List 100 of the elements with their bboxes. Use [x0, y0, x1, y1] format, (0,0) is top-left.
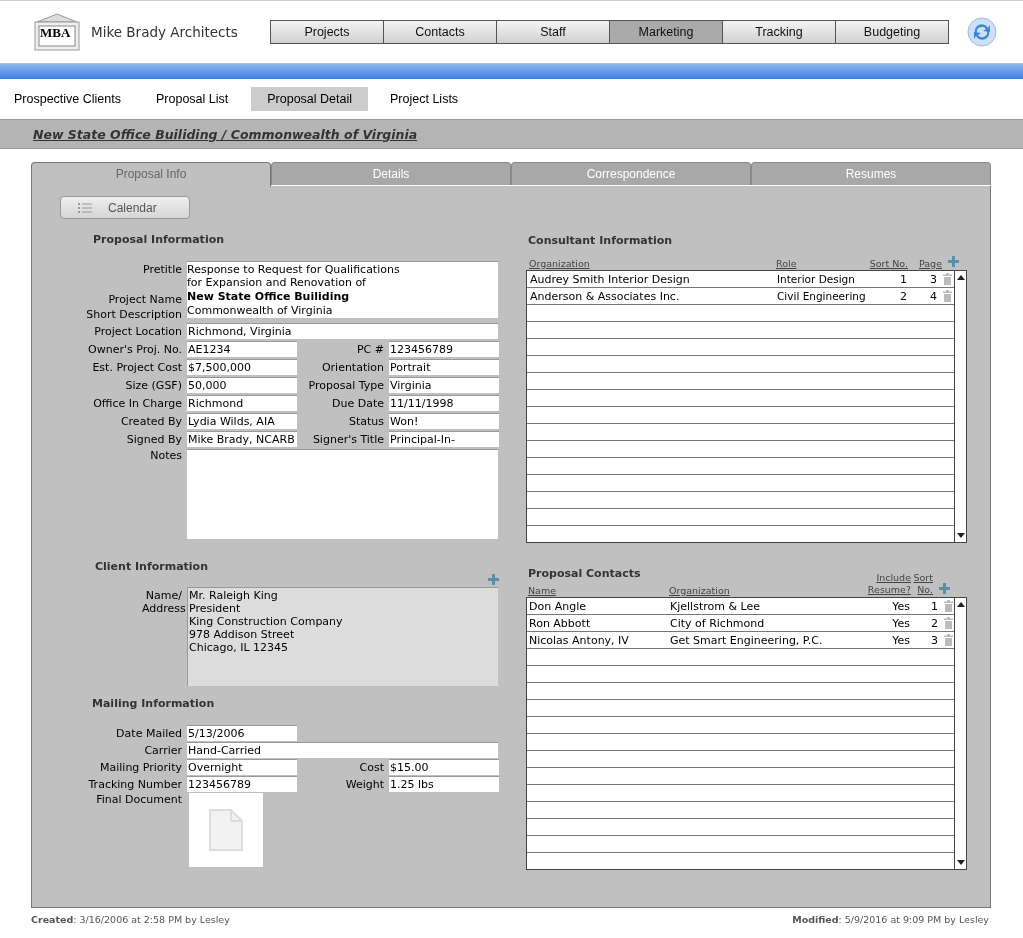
- nav-tab[interactable]: Budgeting: [835, 20, 949, 44]
- nav-tab[interactable]: Projects: [270, 20, 384, 44]
- field-label: Tracking Number: [87, 777, 182, 791]
- table-cell-text: Yes: [891, 599, 910, 613]
- table-cell-text: Don Angle: [528, 599, 587, 613]
- table-cell-text: 2: [930, 616, 938, 630]
- nav-tab[interactable]: Staff: [496, 20, 610, 44]
- scrollbar[interactable]: [954, 598, 966, 869]
- sub-nav-tab[interactable]: Proposal Detail: [251, 87, 369, 111]
- column-header[interactable]: Name: [526, 585, 669, 596]
- field-label: Owner's Proj. No.: [87, 342, 182, 356]
- add-icon[interactable]: [488, 574, 499, 585]
- input-field[interactable]: $7,500,000: [187, 359, 297, 375]
- field-label: Cost: [358, 760, 384, 774]
- nav-tab[interactable]: Marketing: [609, 20, 723, 44]
- input-field[interactable]: Hand-Carried: [187, 742, 498, 758]
- field-label: Short Description: [85, 307, 182, 321]
- field-label: Notes: [149, 449, 182, 462]
- input-field[interactable]: 123456789: [187, 776, 297, 792]
- document-field[interactable]: [189, 793, 263, 867]
- table-cell-text: Nicolas Antony, IV: [528, 633, 630, 647]
- section-heading: Client Information: [95, 560, 209, 573]
- section-heading: Proposal Contacts: [528, 567, 641, 580]
- table-cell-text: Audrey Smith Interior Design: [529, 272, 691, 286]
- field-label: Date Mailed: [115, 726, 182, 740]
- column-header[interactable]: Role: [776, 258, 868, 269]
- address-field[interactable]: Mr. Raleigh King President King Construction Company 978 Addison Street Chicago, IL 12345: [187, 587, 498, 686]
- scroll-up-icon[interactable]: [956, 602, 965, 607]
- scroll-down-icon[interactable]: [956, 533, 965, 538]
- field-label: Size (GSF): [124, 378, 182, 392]
- input-field[interactable]: 11/11/1998: [389, 395, 499, 411]
- input-field[interactable]: 123456789: [389, 341, 499, 357]
- input-field[interactable]: Richmond: [187, 395, 297, 411]
- field-label: PC #: [355, 342, 384, 356]
- table-cell-text: 1: [899, 272, 907, 286]
- column-header[interactable]: Include Resume?: [861, 572, 911, 596]
- input-field[interactable]: AE1234: [187, 341, 297, 357]
- add-icon[interactable]: [948, 256, 959, 267]
- input-field[interactable]: Richmond, Virginia: [187, 323, 498, 339]
- field-label: Due Date: [331, 396, 384, 410]
- list-icon: [78, 202, 92, 213]
- section-heading: Consultant Information: [528, 234, 674, 247]
- input-field[interactable]: 5/13/2006: [187, 725, 297, 741]
- column-header[interactable]: Organization: [669, 585, 861, 596]
- field-label: Est. Project Cost: [91, 360, 182, 374]
- nav-tab[interactable]: Contacts: [383, 20, 497, 44]
- input-field[interactable]: $15.00: [389, 759, 499, 775]
- input-field[interactable]: Lydia Wilds, AIA: [187, 413, 297, 429]
- column-header[interactable]: Organization: [526, 258, 776, 269]
- table-cell-text: Kjellstrom & Lee: [670, 599, 761, 613]
- trash-icon[interactable]: [943, 290, 952, 302]
- input-field[interactable]: Principal-In-: [389, 431, 499, 447]
- table-cell-text: 1: [930, 599, 938, 613]
- column-header[interactable]: Sort No.: [868, 258, 908, 269]
- document-icon: [209, 809, 243, 851]
- refresh-icon[interactable]: [966, 16, 998, 48]
- table-cell-text: 4: [929, 289, 937, 303]
- notes-field[interactable]: [187, 449, 498, 539]
- input-field[interactable]: Portrait: [389, 359, 499, 375]
- input-field[interactable]: Won!: [389, 413, 499, 429]
- section-heading: Mailing Information: [92, 697, 216, 710]
- column-header[interactable]: Page: [908, 258, 942, 269]
- calendar-button[interactable]: Calendar: [60, 196, 190, 219]
- add-icon[interactable]: [939, 583, 950, 594]
- description-field[interactable]: Response to Request for Qualifications for Expansion and Renovation of New State Office Builiding Commonwealth of Virginia: [187, 261, 498, 318]
- column-header[interactable]: Sort No.: [911, 572, 933, 596]
- input-field[interactable]: Overnight: [187, 759, 297, 775]
- table-cell-text: Get Smart Engineering, P.C.: [670, 633, 824, 647]
- field-label: Pretitle: [142, 262, 182, 276]
- input-field[interactable]: 1.25 lbs: [389, 776, 499, 792]
- created-info: Created: 3/16/2006 at 2:58 PM by Lesley: [31, 914, 230, 925]
- field-label: Office In Charge: [92, 396, 182, 410]
- field-label: Created By: [119, 414, 182, 428]
- field-label: Proposal Type: [307, 378, 384, 392]
- input-field[interactable]: 50,000: [187, 377, 297, 393]
- field-label: Final Document: [95, 793, 182, 806]
- scrollbar[interactable]: [954, 271, 966, 542]
- table-cell-text: Anderson & Associates Inc.: [529, 289, 681, 303]
- trash-icon[interactable]: [944, 634, 953, 646]
- input-field[interactable]: Mike Brady, NCARB: [187, 431, 297, 447]
- field-label: Project Name: [107, 292, 182, 306]
- sub-nav-tab[interactable]: Project Lists: [378, 87, 472, 111]
- sub-nav-tab[interactable]: Prospective Clients: [2, 87, 134, 111]
- field-label: Carrier: [143, 743, 182, 757]
- table-cell-text: Interior Design: [777, 273, 856, 285]
- scroll-up-icon[interactable]: [956, 275, 965, 280]
- logo-icon: [33, 13, 81, 51]
- trash-icon[interactable]: [944, 617, 953, 629]
- table-cell-text: Yes: [891, 633, 910, 647]
- table-cell-text: Civil Engineering: [777, 290, 867, 302]
- nav-tab[interactable]: Tracking: [722, 20, 836, 44]
- sub-nav-tab[interactable]: Proposal List: [144, 87, 242, 111]
- field-label: Mailing Priority: [99, 760, 182, 774]
- record-title[interactable]: New State Office Builiding / Commonwealth of Virginia: [33, 126, 418, 142]
- table-cell-text: City of Richmond: [670, 616, 766, 630]
- scroll-down-icon[interactable]: [956, 860, 965, 865]
- logo-text: MBA: [40, 25, 71, 41]
- input-field[interactable]: Virginia: [389, 377, 499, 393]
- table-cell-text: 3: [930, 633, 938, 647]
- field-label: Weight: [344, 777, 384, 791]
